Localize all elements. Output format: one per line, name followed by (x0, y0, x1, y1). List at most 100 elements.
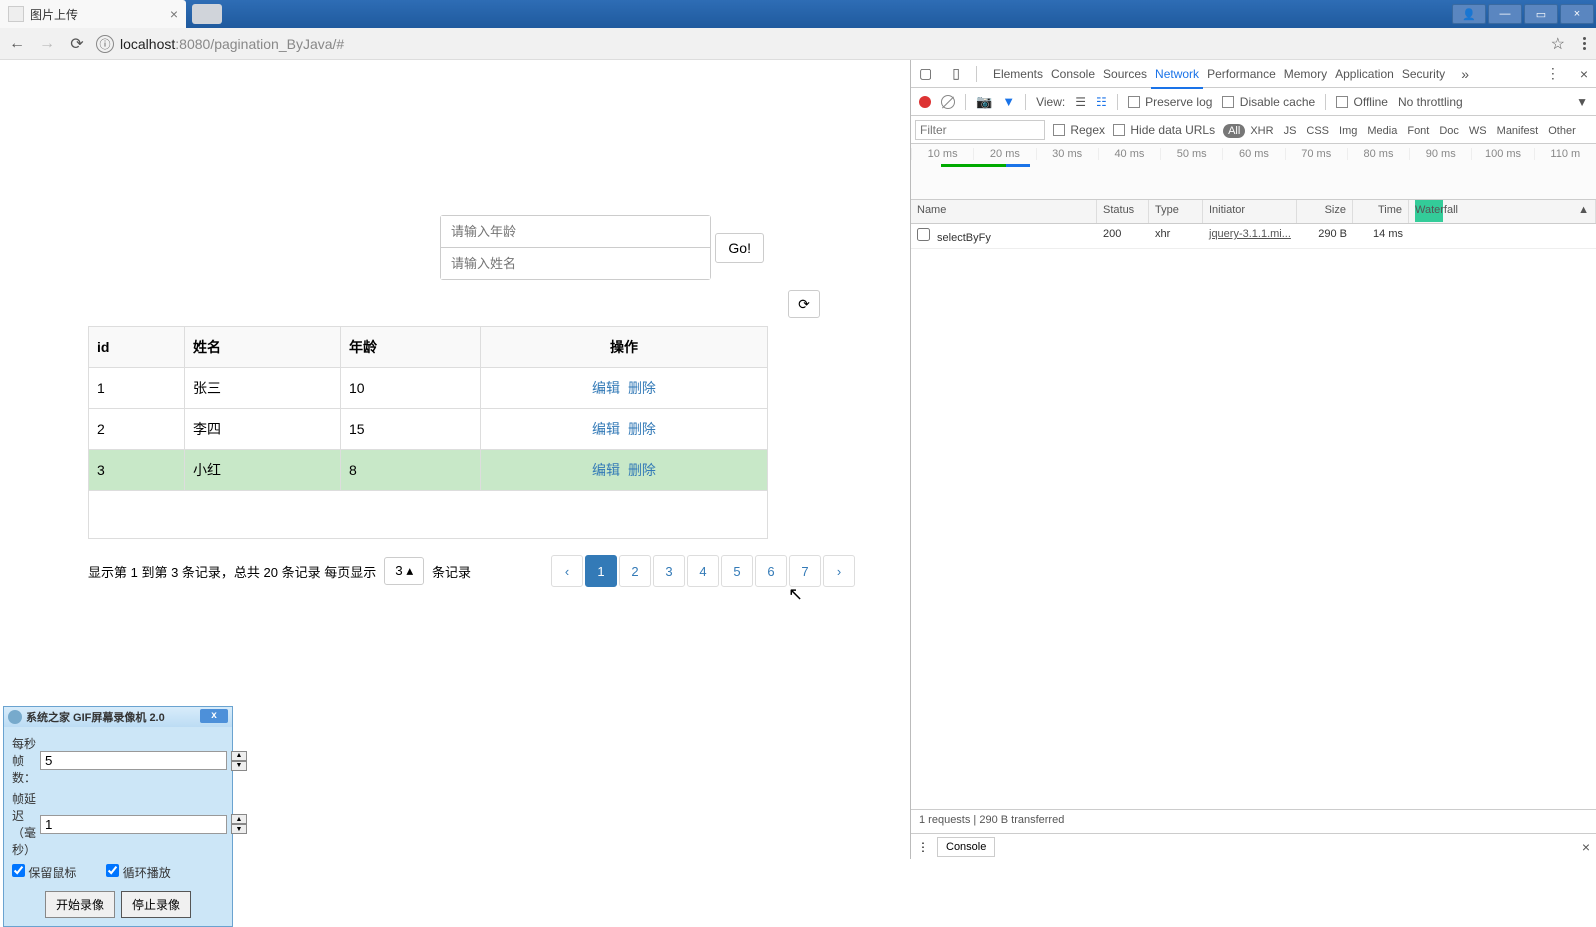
window-minimize-button[interactable]: — (1488, 4, 1522, 24)
type-filter[interactable]: Img (1334, 124, 1362, 138)
page-button[interactable]: ‹ (551, 555, 583, 587)
edit-link[interactable]: 编辑 (592, 380, 620, 396)
page-button[interactable]: 6 (755, 555, 787, 587)
devtools-tab[interactable]: Elements (989, 61, 1047, 87)
table-row[interactable]: 1张三10编辑 删除 (89, 368, 768, 409)
devtools-tab[interactable]: Memory (1280, 61, 1331, 87)
devtools-tab[interactable]: Application (1331, 61, 1398, 87)
filter-toggle-icon[interactable]: ▼ (1002, 94, 1015, 109)
view-tree-icon[interactable]: ☷ (1096, 95, 1107, 109)
preserve-log-checkbox[interactable]: Preserve log (1128, 95, 1213, 109)
device-icon[interactable]: ▯ (948, 65, 964, 82)
delay-input[interactable] (40, 815, 227, 834)
type-filter[interactable]: Doc (1434, 124, 1464, 138)
forward-button[interactable]: → (36, 33, 58, 55)
age-input[interactable] (441, 216, 710, 248)
page-button[interactable]: 5 (721, 555, 753, 587)
delete-link[interactable]: 删除 (628, 380, 656, 396)
table-row[interactable]: 3小红8编辑 删除 (89, 450, 768, 491)
type-filter[interactable]: XHR (1245, 124, 1278, 138)
request-row[interactable]: selectByFy200xhrjquery-3.1.1.mi...290 B1… (911, 224, 1596, 249)
col-status[interactable]: Status (1097, 200, 1149, 223)
more-tabs-icon[interactable]: » (1461, 66, 1469, 82)
page-button[interactable]: 1 (585, 555, 617, 587)
start-record-button[interactable]: 开始录像 (45, 891, 115, 918)
disable-cache-checkbox[interactable]: Disable cache (1222, 95, 1315, 109)
keep-mouse-checkbox[interactable]: 保留鼠标 (12, 864, 76, 881)
throttling-dropdown-icon[interactable]: ▼ (1576, 95, 1588, 109)
page-size-select[interactable]: 3 ▴ (384, 557, 424, 585)
page-button[interactable]: 3 (653, 555, 685, 587)
col-name[interactable]: Name (911, 200, 1097, 223)
url-display[interactable]: ⓘ localhost:8080/pagination_ByJava/# (96, 35, 1543, 53)
filter-input[interactable] (915, 120, 1045, 140)
type-filter[interactable]: Other (1543, 124, 1581, 138)
page-button[interactable]: 4 (687, 555, 719, 587)
devtools-tab[interactable]: Network (1151, 61, 1203, 89)
offline-checkbox[interactable]: Offline (1336, 95, 1388, 109)
devtools-tab[interactable]: Security (1398, 61, 1449, 87)
fps-input[interactable] (40, 751, 227, 770)
edit-link[interactable]: 编辑 (592, 421, 620, 437)
window-user-icon[interactable]: 👤 (1452, 4, 1486, 24)
reload-button[interactable]: ⟳ (66, 33, 88, 55)
close-tab-icon[interactable]: × (170, 6, 178, 22)
screenshot-icon[interactable]: 📷 (976, 94, 992, 110)
type-filter[interactable]: CSS (1301, 124, 1334, 138)
clear-button[interactable] (941, 95, 955, 109)
browser-menu-icon[interactable] (1579, 33, 1590, 54)
name-input[interactable] (441, 248, 710, 279)
devtools-close-button[interactable]: × (1576, 66, 1592, 82)
back-button[interactable]: ← (6, 33, 28, 55)
fps-up[interactable]: ▲ (231, 751, 247, 761)
site-info-icon[interactable]: ⓘ (96, 35, 114, 53)
type-filter[interactable]: All (1223, 124, 1245, 138)
view-list-icon[interactable]: ☰ (1075, 95, 1086, 109)
devtools-tab[interactable]: Console (1047, 61, 1099, 87)
col-waterfall[interactable]: Waterfall▲ (1409, 200, 1596, 223)
type-filter[interactable]: JS (1279, 124, 1302, 138)
network-timeline[interactable]: 10 ms20 ms30 ms40 ms50 ms60 ms70 ms80 ms… (911, 144, 1596, 200)
devtools-tab[interactable]: Sources (1099, 61, 1151, 87)
window-maximize-button[interactable]: ▭ (1524, 4, 1558, 24)
browser-tab[interactable]: 图片上传 × (0, 0, 186, 28)
type-filter[interactable]: Font (1402, 124, 1434, 138)
table-row[interactable]: 2李四15编辑 删除 (89, 409, 768, 450)
fps-down[interactable]: ▼ (231, 761, 247, 771)
stop-record-button[interactable]: 停止录像 (121, 891, 191, 918)
type-filter[interactable]: Media (1362, 124, 1402, 138)
refresh-button[interactable]: ⟳ (788, 290, 820, 318)
col-size[interactable]: Size (1297, 200, 1353, 223)
col-type[interactable]: Type (1149, 200, 1203, 223)
delay-down[interactable]: ▼ (231, 824, 247, 834)
delete-link[interactable]: 删除 (628, 421, 656, 437)
drawer-console-tab[interactable]: Console (937, 837, 995, 857)
delay-up[interactable]: ▲ (231, 814, 247, 824)
inspect-icon[interactable]: ▢ (915, 65, 936, 82)
col-time[interactable]: Time (1353, 200, 1409, 223)
hide-urls-checkbox[interactable]: Hide data URLs (1113, 123, 1215, 137)
popup-close-button[interactable]: x (200, 709, 228, 723)
devtools-tab[interactable]: Performance (1203, 61, 1280, 87)
page-button[interactable]: › (823, 555, 855, 587)
drawer-close-button[interactable]: × (1582, 839, 1590, 855)
page-button[interactable]: 2 (619, 555, 651, 587)
col-initiator[interactable]: Initiator (1203, 200, 1297, 223)
new-tab-button[interactable] (192, 4, 222, 24)
type-filter[interactable]: Manifest (1492, 124, 1544, 138)
delete-link[interactable]: 删除 (628, 462, 656, 478)
bookmark-icon[interactable]: ☆ (1551, 34, 1565, 54)
popup-titlebar[interactable]: 系统之家 GIF屏幕录像机 2.0 x (4, 707, 232, 727)
edit-link[interactable]: 编辑 (592, 462, 620, 478)
gif-recorder-window[interactable]: 系统之家 GIF屏幕录像机 2.0 x 每秒帧数： ▲▼ 帧延迟（毫秒） ▲▼ … (3, 706, 233, 927)
devtools-menu-icon[interactable]: ⋮ (1542, 65, 1564, 82)
type-filter[interactable]: WS (1464, 124, 1492, 138)
throttling-select[interactable]: No throttling (1398, 95, 1463, 109)
go-button[interactable]: Go! (715, 233, 764, 263)
drawer-menu-icon[interactable]: ⋮ (917, 840, 929, 854)
page-button[interactable]: 7 (789, 555, 821, 587)
regex-checkbox[interactable]: Regex (1053, 123, 1105, 137)
loop-checkbox[interactable]: 循环播放 (106, 864, 170, 881)
record-button[interactable] (919, 96, 931, 108)
window-close-button[interactable]: × (1560, 4, 1594, 24)
